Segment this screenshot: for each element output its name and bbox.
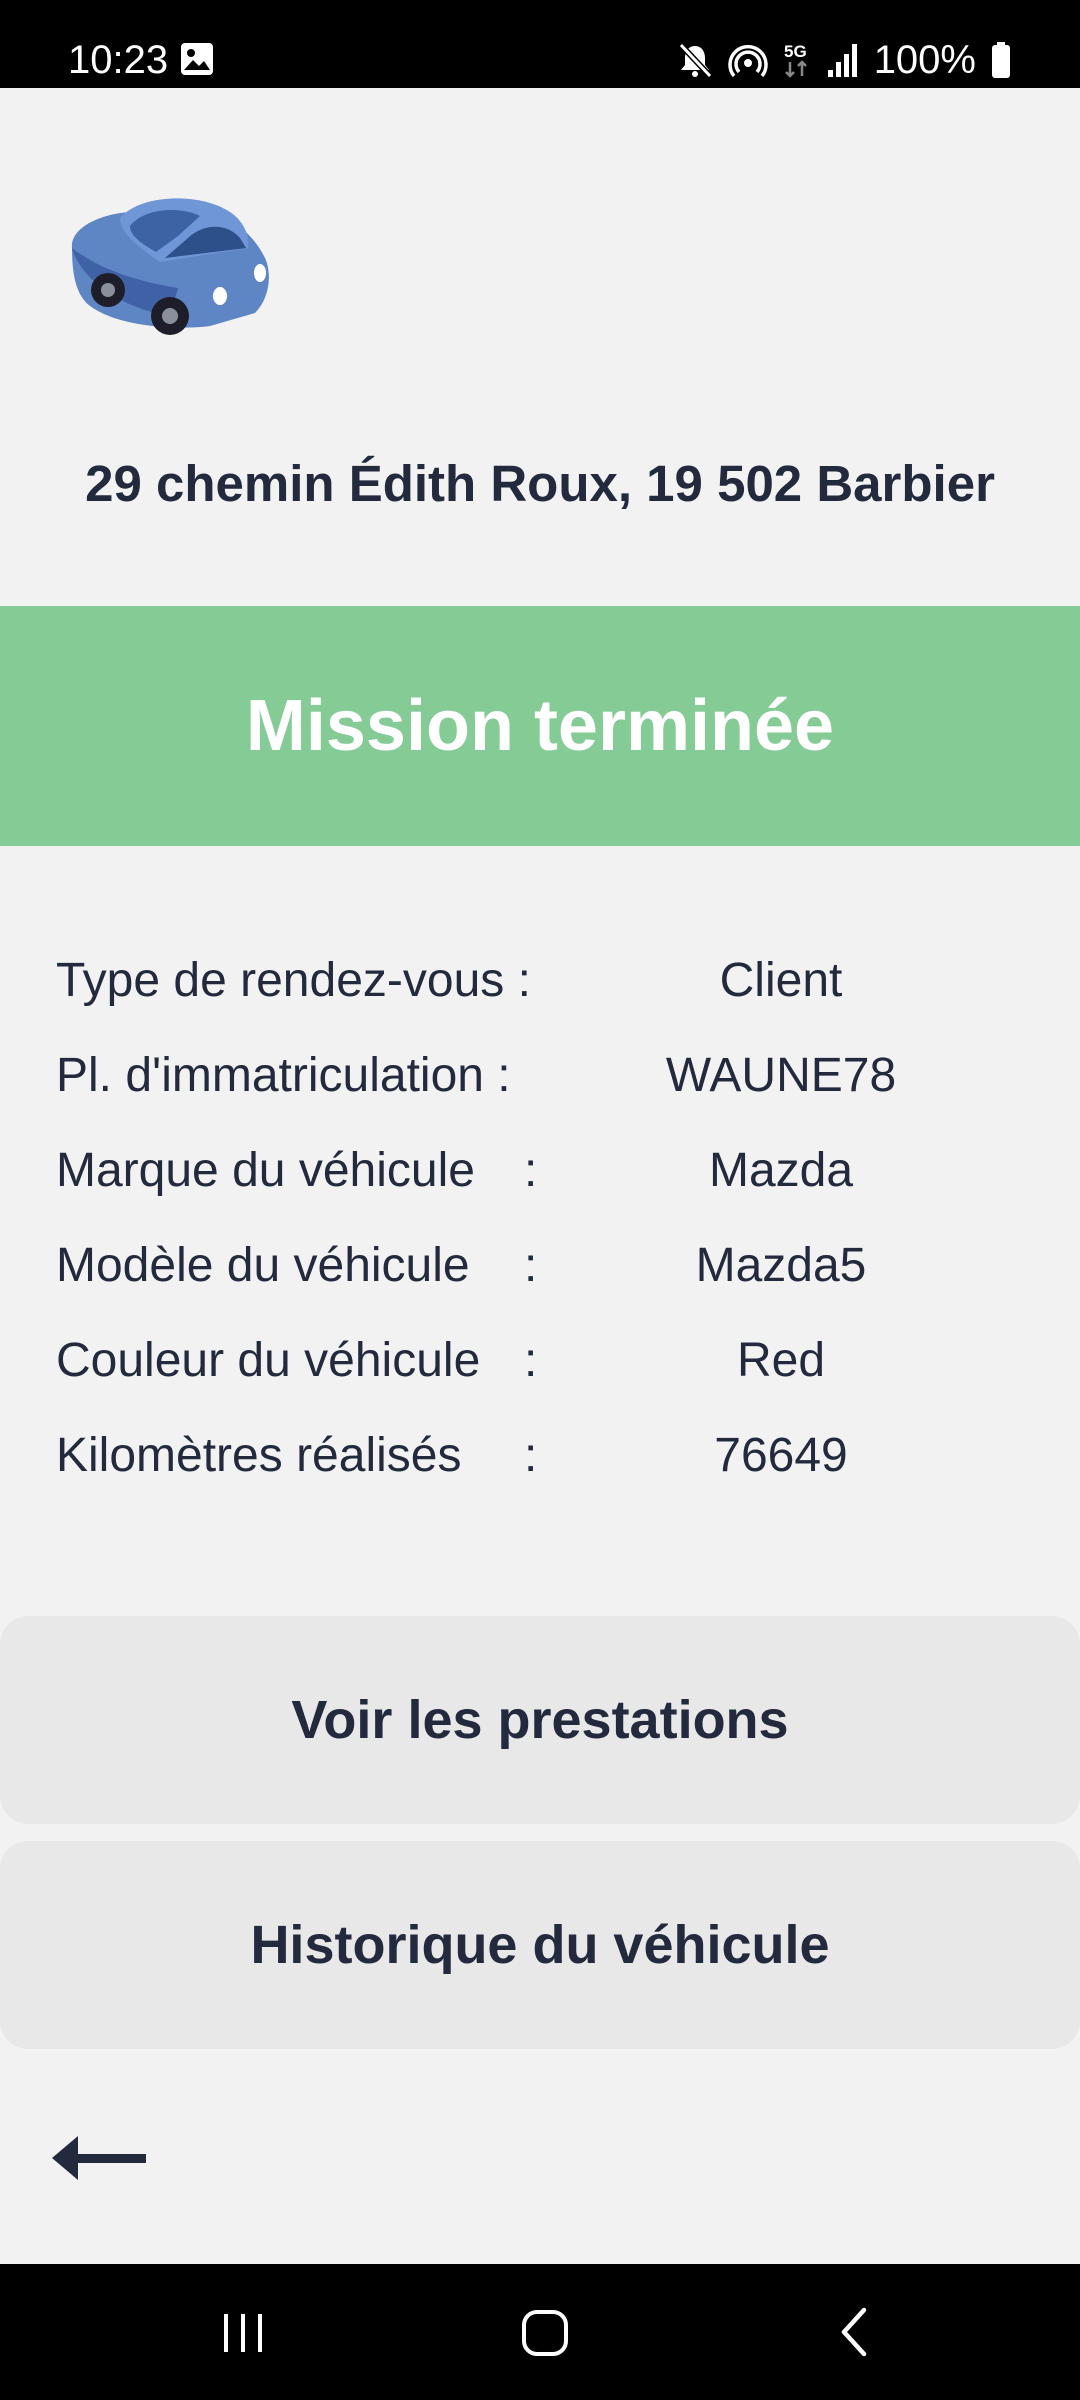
5g-icon: 5G — [782, 40, 812, 80]
detail-value: WAUNE78 — [665, 1049, 897, 1102]
detail-value: Client — [719, 954, 843, 1007]
detail-row-mileage: Kilomètres réalisés : 76649 — [0, 1428, 1080, 1523]
mission-address: 29 chemin Édith Roux, 19 502 Barbier — [85, 455, 995, 512]
system-navigation-bar — [0, 2264, 1080, 2400]
detail-row-vehicle-model: Modèle du véhicule : Mazda5 — [0, 1238, 1080, 1333]
detail-row-vehicle-color: Couleur du véhicule : Red — [0, 1333, 1080, 1428]
mission-status-text: Mission terminée — [245, 686, 835, 766]
battery-percentage: 100% — [873, 38, 976, 82]
battery-icon — [990, 41, 1012, 79]
detail-label: Marque du véhicule — [56, 1144, 475, 1197]
status-time: 10:23 — [68, 38, 169, 82]
detail-value: Mazda — [708, 1144, 854, 1197]
status-bar: 10:23 5G 100% — [0, 0, 1080, 88]
detail-row-license-plate: Pl. d'immatriculation : WAUNE78 — [0, 1048, 1080, 1143]
arrow-left-icon[interactable] — [52, 2132, 148, 2189]
home-icon[interactable] — [516, 2302, 576, 2367]
mission-detail-screen: 29 chemin Édith Roux, 19 502 Barbier Mis… — [0, 88, 1080, 2264]
view-services-button[interactable]: Voir les prestations — [0, 1616, 1080, 1824]
detail-colon: : — [524, 1144, 538, 1197]
vehicle-details: Type de rendez-vous : Client Pl. d'immat… — [0, 953, 1080, 1523]
detail-value: Red — [736, 1334, 826, 1387]
svg-text:5G: 5G — [784, 42, 807, 61]
hotspot-icon — [728, 41, 768, 79]
detail-label: Pl. d'immatriculation : — [56, 1049, 511, 1102]
detail-label: Kilomètres réalisés — [56, 1429, 462, 1482]
gallery-icon — [180, 42, 214, 81]
detail-row-vehicle-brand: Marque du véhicule : Mazda — [0, 1143, 1080, 1238]
mute-icon — [676, 41, 714, 79]
vehicle-history-button[interactable]: Historique du véhicule — [0, 1841, 1080, 2049]
status-icons: 5G 100% — [676, 36, 1012, 84]
detail-colon: : — [524, 1334, 538, 1387]
recents-icon[interactable] — [216, 2302, 270, 2367]
detail-label: Type de rendez-vous : — [56, 954, 531, 1007]
back-icon[interactable] — [828, 2302, 882, 2367]
mission-status-banner: Mission terminée — [0, 606, 1080, 846]
detail-label: Modèle du véhicule — [56, 1239, 470, 1292]
detail-value: Mazda5 — [695, 1239, 867, 1292]
detail-row-appointment-type: Type de rendez-vous : Client — [0, 953, 1080, 1048]
detail-label: Couleur du véhicule — [56, 1334, 481, 1387]
detail-colon: : — [524, 1429, 538, 1482]
detail-value: 76649 — [714, 1429, 848, 1482]
car-illustration — [60, 178, 280, 343]
detail-colon: : — [524, 1239, 538, 1292]
signal-icon — [826, 42, 860, 78]
